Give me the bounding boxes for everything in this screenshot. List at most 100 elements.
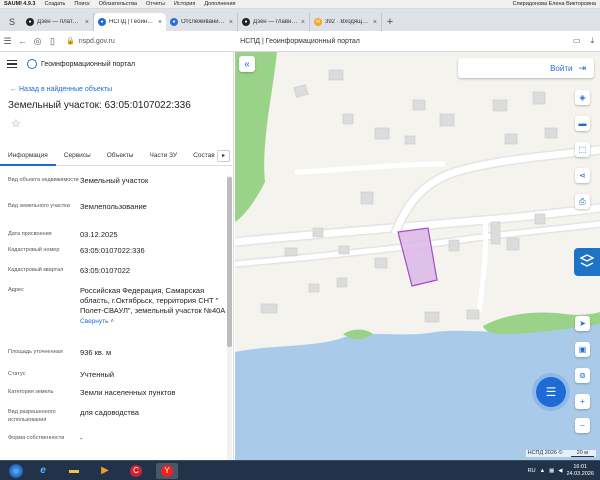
keyboard-language[interactable]: RU	[528, 468, 536, 474]
property-value: 03.12.2025	[80, 230, 118, 239]
property-key: Адрес	[8, 287, 24, 293]
system-tray: RU ▲ ▦ ◀ 16:01 24.03.2026	[528, 464, 600, 477]
object-list-fab[interactable]: ☰	[536, 377, 566, 407]
navigate-button[interactable]: ➤	[575, 316, 590, 331]
scale-bar: 20 м	[570, 450, 594, 457]
property-row: Форма собственности -	[0, 434, 226, 448]
browser-tab-4[interactable]: ● Дзен — главная новост ×	[238, 13, 310, 31]
collapse-link[interactable]: Свернуть ˄	[80, 318, 114, 325]
close-icon[interactable]: ×	[158, 19, 162, 26]
current-user: Спиридонова Елена Викторовна	[512, 1, 596, 7]
property-key: Категория земель	[8, 389, 54, 395]
close-icon[interactable]: ×	[229, 19, 233, 26]
legend-icon: ▬	[578, 119, 587, 128]
volume-icon[interactable]: ◀	[558, 468, 562, 474]
legend-button[interactable]: ▬	[575, 116, 590, 131]
media-taskbar-icon[interactable]: ▶	[94, 463, 116, 479]
bookmarks-icon[interactable]: ▭	[573, 36, 581, 46]
share-button[interactable]: ⋖	[575, 168, 590, 183]
list-icon: ☰	[545, 385, 557, 399]
browser-tab-3[interactable]: ● Отслеживание отправ ×	[166, 13, 238, 31]
hamburger-icon[interactable]	[7, 59, 17, 69]
back-to-results-link[interactable]: ← Назад в найденные объекты	[10, 86, 233, 93]
browser-tab-1[interactable]: ● Дзен — платформа для ×	[22, 13, 94, 31]
zen-icon: ●	[26, 18, 34, 26]
address-bar: ☰ ← ◎ ▯ 🔒 nspd.gov.ru НСПД | Геоинформац…	[0, 31, 600, 52]
property-row: Вид объекта недвижимости Земельный участ…	[0, 176, 226, 202]
panel-scrollbar[interactable]	[227, 176, 232, 460]
collapse-panel-button[interactable]: «	[239, 56, 255, 72]
yandex-browser-taskbar-icon[interactable]: Y	[156, 462, 178, 479]
login-button[interactable]: Войти ⇥	[458, 58, 594, 78]
close-icon[interactable]: ×	[373, 19, 377, 26]
tabs-next-button[interactable]: ▸	[217, 150, 230, 162]
tab-parts[interactable]: Части ЗУ	[142, 150, 186, 166]
side-panel-tab[interactable]	[574, 248, 600, 276]
land-parcel-highlight[interactable]	[397, 227, 438, 287]
tracking-icon: ●	[170, 18, 178, 26]
menu-reports[interactable]: Отчеты	[146, 1, 165, 7]
tab-title: НСПД | Геоинформ	[109, 19, 156, 25]
property-row: Адрес Российская Федерация, Самарская об…	[0, 286, 226, 348]
bookmark-icon[interactable]: ▯	[45, 36, 60, 47]
lock-icon: 🔒	[66, 38, 75, 45]
layers-button[interactable]: ◈	[575, 90, 590, 105]
property-value: -	[80, 434, 83, 443]
explorer-taskbar-icon[interactable]: ▬	[63, 463, 85, 479]
download-icon[interactable]: ⤓	[590, 36, 594, 46]
close-icon[interactable]: ×	[85, 19, 89, 26]
tray-arrow-icon[interactable]: ▲	[540, 468, 545, 474]
browser-tab-5[interactable]: ✉ 392 · Входящие — Янд ×	[310, 13, 382, 31]
scrollbar-thumb[interactable]	[227, 177, 232, 347]
tab-services[interactable]: Сервисы	[56, 150, 99, 166]
yandex-id-icon[interactable]: ◎	[30, 36, 45, 47]
menu-search[interactable]: Поиск	[74, 1, 89, 7]
select-area-button[interactable]: ⬚	[575, 142, 590, 157]
tabs-menu-icon[interactable]: ☰	[0, 36, 15, 47]
browser-tab-2[interactable]: ● НСПД | Геоинформ ×	[94, 13, 166, 31]
property-row: Категория земель Земли населенных пункто…	[0, 388, 226, 408]
property-value: Российская Федерация, Самарская область,…	[80, 286, 226, 315]
property-value: Земельный участок	[80, 176, 149, 185]
property-value: 63:05:0107022	[80, 266, 131, 275]
property-key: Кадастровый квартал	[8, 267, 64, 273]
menu-app-title: SAUMI 4.9.3	[4, 1, 36, 7]
property-row: Площадь уточненная 936 кв. м	[0, 348, 226, 370]
property-value: 936 кв. м	[80, 348, 112, 357]
property-row: Дата присвоения 03.12.2025	[0, 230, 226, 246]
network-icon[interactable]: ▦	[549, 468, 554, 474]
print-button[interactable]: ⎙	[575, 194, 590, 209]
minimap-button[interactable]: ▣	[575, 342, 590, 357]
zoom-out-button[interactable]: −	[575, 418, 590, 433]
select-area-icon: ⬚	[578, 145, 587, 154]
minus-icon: −	[580, 421, 585, 430]
start-button-icon[interactable]	[9, 463, 23, 478]
zoom-in-button[interactable]: +	[575, 394, 590, 409]
back-icon[interactable]: ←	[15, 36, 30, 46]
browser-menu-icon[interactable]: S	[2, 13, 22, 31]
back-link-label: Назад в найденные объекты	[18, 86, 113, 93]
menu-create[interactable]: Создать	[44, 1, 65, 7]
property-key: Вид разрешенного использования	[8, 409, 56, 423]
layers-icon: ◈	[579, 93, 586, 102]
favorite-star-icon[interactable]: ☆	[11, 119, 233, 130]
tab-information[interactable]: Информация	[0, 150, 56, 166]
road	[294, 161, 446, 175]
geolocation-button[interactable]: ⊚	[575, 368, 590, 383]
new-tab-button[interactable]: +	[382, 13, 398, 31]
clock[interactable]: 16:01 24.03.2026	[566, 464, 594, 477]
menu-obligations[interactable]: Обязательства	[99, 1, 137, 7]
map-view[interactable]: « Войти ⇥ ◈ ▬ ⬚ ⋖ ⎙ ➤ ▣ ⊚ + − ☰ НСПД 202…	[235, 52, 600, 460]
ie-taskbar-icon[interactable]: e	[32, 463, 54, 479]
close-icon[interactable]: ×	[301, 19, 305, 26]
mail-icon: ✉	[314, 18, 322, 26]
url-field[interactable]: 🔒 nspd.gov.ru	[66, 37, 115, 46]
property-key: Статус	[8, 371, 26, 377]
property-row: Статус Учтенный	[0, 370, 226, 388]
windows-taskbar: e ▬ ▶ C Y RU ▲ ▦ ◀ 16:01 24.03.2026	[0, 460, 600, 480]
menu-addons[interactable]: Дополнения	[204, 1, 235, 7]
app-taskbar-icon[interactable]: C	[125, 463, 147, 479]
menu-history[interactable]: История	[174, 1, 195, 7]
tab-objects[interactable]: Объекты	[99, 150, 142, 166]
object-info-panel: Геоинформационный портал ← Назад в найде…	[0, 52, 234, 460]
